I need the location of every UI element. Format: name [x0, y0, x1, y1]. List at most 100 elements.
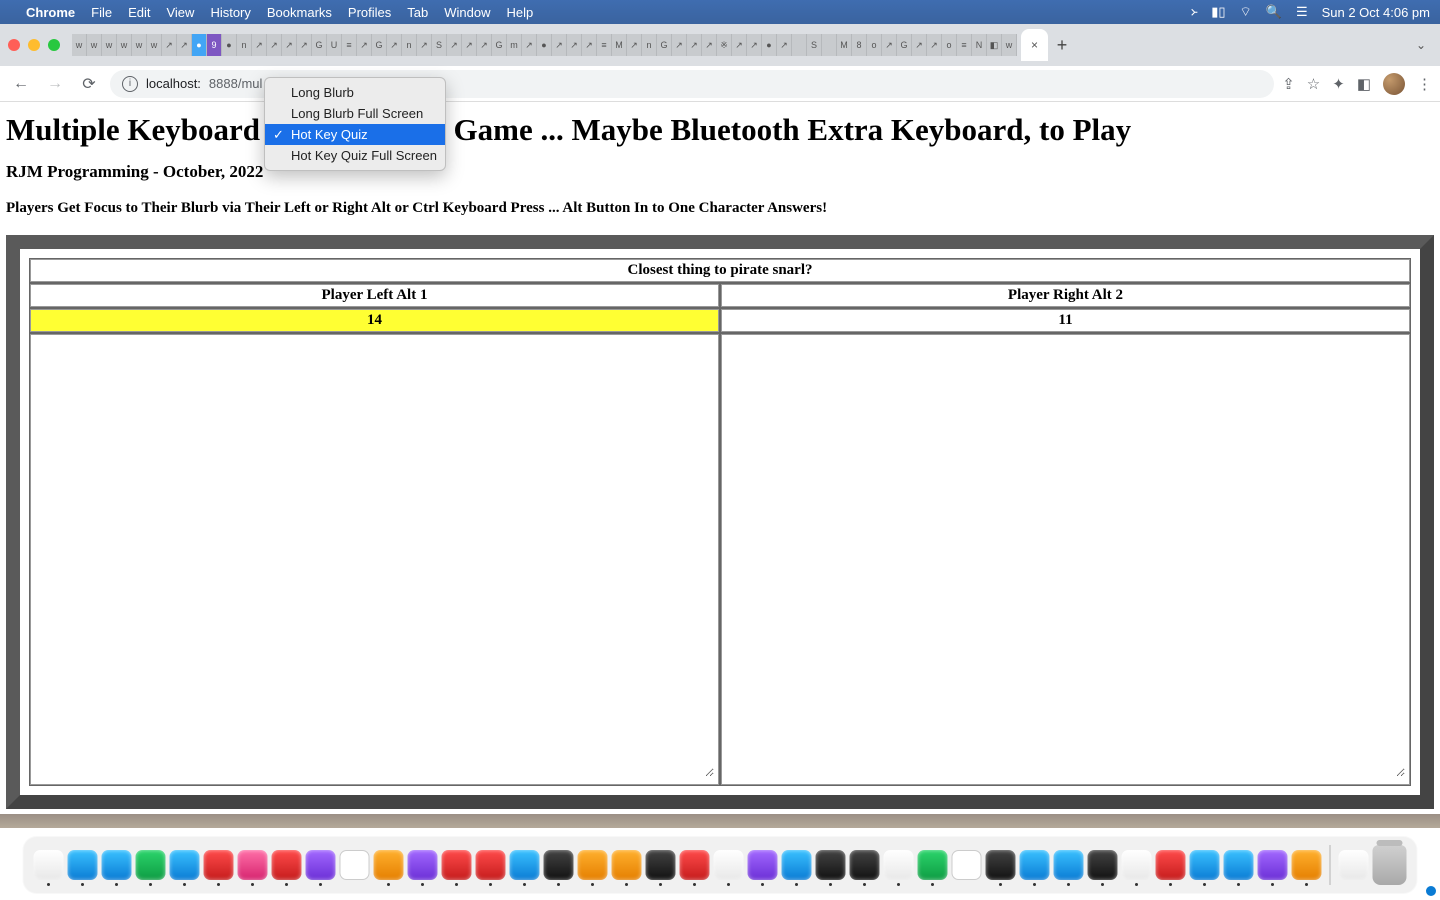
player-right-textarea[interactable] — [726, 337, 1405, 777]
pinned-tab[interactable]: w — [132, 34, 147, 56]
profile-avatar[interactable] — [1383, 73, 1405, 95]
pinned-tab[interactable]: G — [312, 34, 327, 56]
dock-app-icon[interactable] — [476, 850, 506, 880]
dock-app-icon[interactable] — [850, 850, 880, 880]
close-window-button[interactable] — [8, 39, 20, 51]
pinned-tab[interactable]: M — [612, 34, 627, 56]
site-info-icon[interactable]: i — [122, 76, 138, 92]
pinned-tab[interactable]: ↗ — [672, 34, 687, 56]
dock-app-icon[interactable] — [782, 850, 812, 880]
back-button[interactable]: ← — [8, 71, 34, 97]
pinned-tab[interactable]: w — [1002, 34, 1017, 56]
dock-podcasts-icon[interactable] — [748, 850, 778, 880]
pinned-tab[interactable]: ↗ — [177, 34, 192, 56]
dock-app-icon[interactable] — [646, 850, 676, 880]
pinned-tab[interactable]: ↗ — [882, 34, 897, 56]
dock-app-icon[interactable] — [1190, 850, 1220, 880]
dock-messages-icon[interactable] — [136, 850, 166, 880]
pinned-tab[interactable]: N — [972, 34, 987, 56]
menu-file[interactable]: File — [91, 5, 112, 20]
pinned-tab[interactable]: ↗ — [387, 34, 402, 56]
pinned-tab[interactable]: w — [102, 34, 117, 56]
pinned-tab[interactable]: ↗ — [552, 34, 567, 56]
extensions-icon[interactable]: ✦ — [1332, 75, 1345, 93]
tab-overflow-button[interactable]: ⌄ — [1416, 38, 1426, 52]
dock-mamp-icon[interactable] — [1224, 850, 1254, 880]
pinned-tab[interactable]: S — [807, 34, 822, 56]
pinned-tab[interactable]: w — [117, 34, 132, 56]
menu-history[interactable]: History — [210, 5, 250, 20]
dock-music-icon[interactable] — [442, 850, 472, 880]
dropdown-option[interactable]: Long Blurb — [265, 82, 445, 103]
pinned-tab[interactable] — [792, 34, 807, 56]
control-center-icon[interactable]: ☰ — [1296, 4, 1308, 20]
tab-close-icon[interactable]: × — [1031, 38, 1038, 52]
pinned-tab[interactable]: w — [147, 34, 162, 56]
dock-opera-icon[interactable] — [272, 850, 302, 880]
pinned-tab[interactable]: G — [372, 34, 387, 56]
pinned-tab[interactable]: ※ — [717, 34, 732, 56]
pinned-tab[interactable]: ↗ — [282, 34, 297, 56]
pinned-tab[interactable]: ↗ — [447, 34, 462, 56]
wifi-icon[interactable]: ⌔ — [1240, 4, 1252, 20]
new-tab-button[interactable]: + — [1048, 35, 1076, 56]
pinned-tab[interactable]: G — [897, 34, 912, 56]
pinned-tab[interactable]: o — [867, 34, 882, 56]
pinned-tab[interactable]: U — [327, 34, 342, 56]
player-left-textarea[interactable] — [35, 337, 714, 777]
pinned-tab[interactable]: 9 — [207, 34, 222, 56]
dock-chrome-icon[interactable] — [1122, 850, 1152, 880]
reload-button[interactable]: ⟳ — [76, 71, 102, 97]
dock-gimp-icon[interactable] — [986, 850, 1016, 880]
pinned-tab[interactable]: ↗ — [927, 34, 942, 56]
dock-firefox-icon[interactable] — [612, 850, 642, 880]
pinned-tab[interactable]: ≡ — [597, 34, 612, 56]
dock-app-icon[interactable] — [1156, 850, 1186, 880]
dropdown-option[interactable]: Hot Key Quiz Full Screen — [265, 145, 445, 166]
dock-firefox2-icon[interactable] — [1292, 850, 1322, 880]
bookmark-icon[interactable]: ☆ — [1307, 75, 1320, 93]
menu-icon[interactable]: ⋮ — [1417, 75, 1432, 93]
dock-safari-icon[interactable] — [102, 850, 132, 880]
pinned-tab[interactable]: ● — [222, 34, 237, 56]
dock-app-icon[interactable] — [714, 850, 744, 880]
menu-profiles[interactable]: Profiles — [348, 5, 391, 20]
pinned-tab[interactable]: ↗ — [252, 34, 267, 56]
menubar-clock[interactable]: Sun 2 Oct 4:06 pm — [1322, 5, 1430, 20]
pinned-tab[interactable]: ↗ — [522, 34, 537, 56]
dock-tv-icon[interactable] — [544, 850, 574, 880]
menu-edit[interactable]: Edit — [128, 5, 150, 20]
dock-app-icon[interactable] — [204, 850, 234, 880]
dock-filezilla-icon[interactable] — [680, 850, 710, 880]
pinned-tab[interactable]: ● — [762, 34, 777, 56]
dock-calendar-icon[interactable] — [340, 850, 370, 880]
pinned-tab[interactable]: n — [402, 34, 417, 56]
dock-app-icon[interactable] — [238, 850, 268, 880]
dock-zoom-icon[interactable] — [1020, 850, 1050, 880]
pinned-tab[interactable]: G — [657, 34, 672, 56]
pinned-tab[interactable]: m — [507, 34, 522, 56]
spotlight-icon[interactable]: 🔍 — [1266, 4, 1282, 20]
dropdown-option[interactable]: Long Blurb Full Screen — [265, 103, 445, 124]
pinned-tab[interactable]: ↗ — [702, 34, 717, 56]
pinned-tab[interactable]: ↗ — [417, 34, 432, 56]
battery-icon[interactable]: ▮▯ — [1211, 4, 1225, 20]
bluetooth-icon[interactable]: ᚛ — [1191, 4, 1198, 20]
pinned-tab[interactable]: n — [237, 34, 252, 56]
dock-app-icon[interactable] — [374, 850, 404, 880]
dock-mail-icon[interactable] — [170, 850, 200, 880]
pinned-tab[interactable]: w — [87, 34, 102, 56]
minimize-window-button[interactable] — [28, 39, 40, 51]
pinned-tab[interactable]: ↗ — [462, 34, 477, 56]
dock-launchpad-icon[interactable] — [68, 850, 98, 880]
pinned-tab[interactable]: M — [837, 34, 852, 56]
menu-window[interactable]: Window — [444, 5, 490, 20]
pinned-tab[interactable]: ● — [537, 34, 552, 56]
sidepanel-icon[interactable]: ◧ — [1357, 75, 1371, 93]
menu-tab[interactable]: Tab — [407, 5, 428, 20]
pinned-tab[interactable]: S — [432, 34, 447, 56]
menu-bookmarks[interactable]: Bookmarks — [267, 5, 332, 20]
pinned-tab[interactable]: o — [942, 34, 957, 56]
active-tab[interactable]: × — [1021, 29, 1048, 61]
pinned-tab[interactable]: ↗ — [627, 34, 642, 56]
